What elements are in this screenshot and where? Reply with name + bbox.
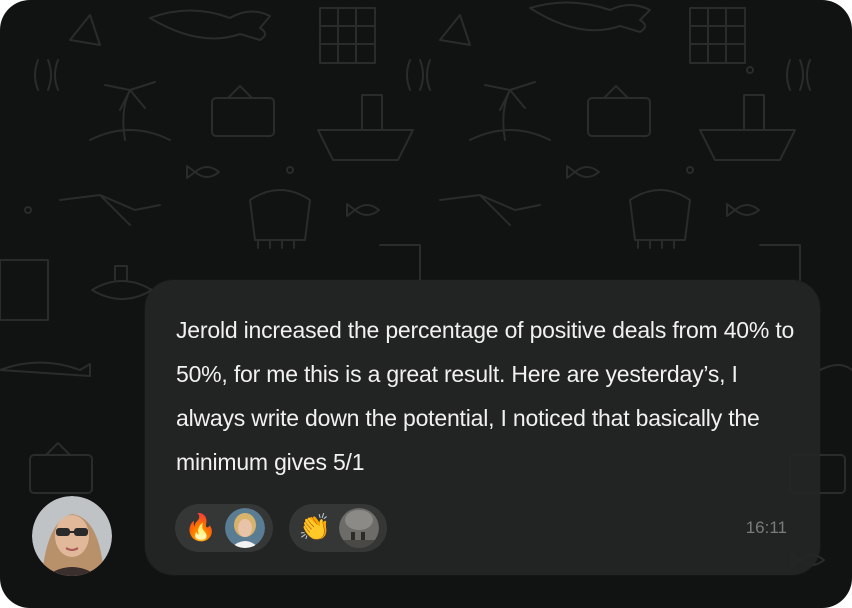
reactions-bar: 🔥 👏 <box>175 504 387 552</box>
sender-avatar[interactable] <box>32 496 112 576</box>
tile-doodle <box>319 7 376 64</box>
message-text: Jerold increased the percentage of posit… <box>176 317 795 475</box>
chat-frame: Jerold increased the percentage of posit… <box>0 0 852 608</box>
reaction-clap[interactable]: 👏 <box>289 504 387 552</box>
clapping-hands-icon: 👏 <box>298 513 332 543</box>
fire-icon: 🔥 <box>184 513 218 543</box>
reactor-avatar[interactable] <box>339 508 379 548</box>
shark-doodle <box>529 1 651 33</box>
message-bubble[interactable]: Jerold increased the percentage of posit… <box>145 280 820 575</box>
reaction-fire[interactable]: 🔥 <box>175 504 273 552</box>
reactor-avatar[interactable] <box>225 508 265 548</box>
shark-doodle <box>149 9 271 41</box>
message-timestamp: 16:11 <box>745 518 787 537</box>
